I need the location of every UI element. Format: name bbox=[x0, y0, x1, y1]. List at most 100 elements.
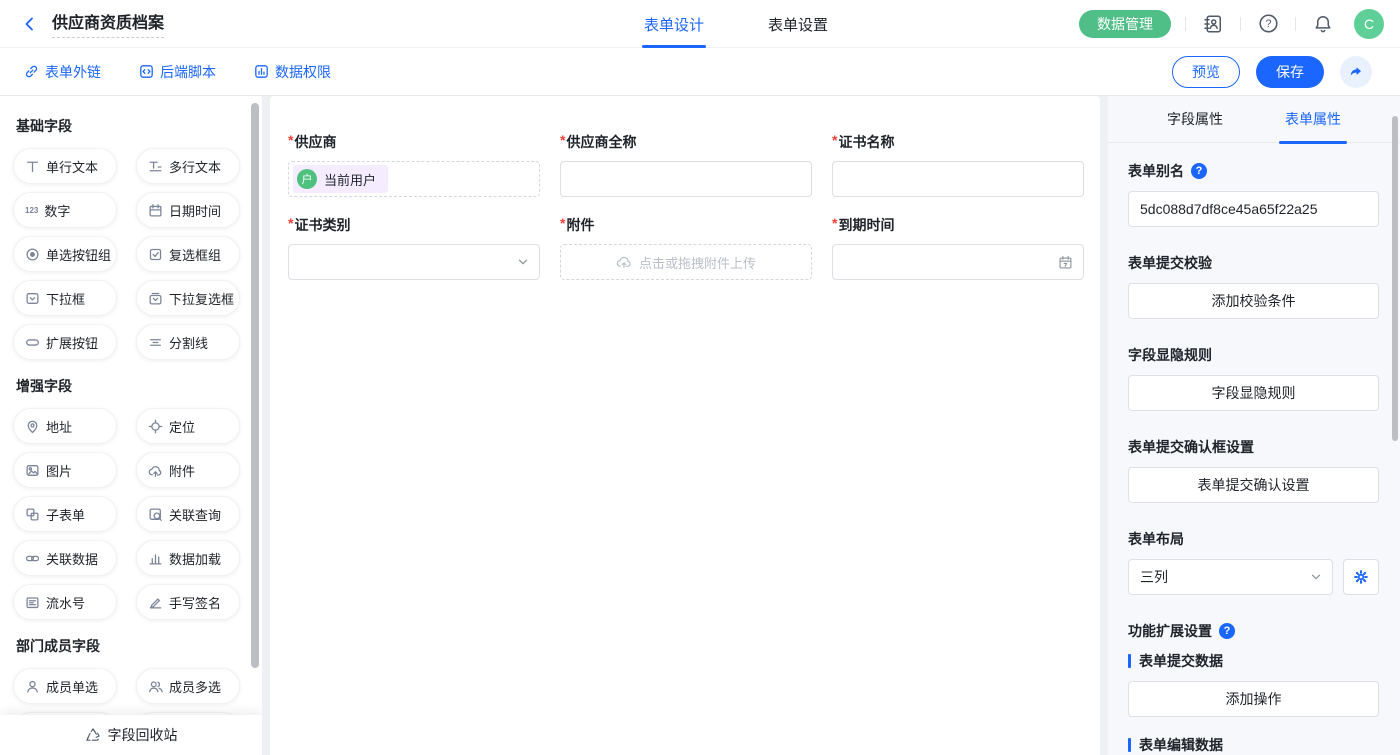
field-item-subform[interactable]: 子表单 bbox=[13, 496, 117, 532]
field-item-label: 手写签名 bbox=[169, 593, 221, 612]
tab-form-settings[interactable]: 表单设置 bbox=[768, 0, 828, 48]
field-visibility-button[interactable]: 字段显隐规则 bbox=[1128, 375, 1379, 411]
extend-button-icon bbox=[25, 335, 40, 350]
supplier-full-name-input[interactable] bbox=[560, 161, 812, 197]
sidebar-scrollbar[interactable] bbox=[251, 103, 259, 668]
field-label: * 证书类别 bbox=[288, 215, 540, 235]
form-alias-input[interactable] bbox=[1128, 191, 1379, 227]
required-asterisk: * bbox=[560, 215, 565, 235]
external-link-button[interactable]: 表单外链 bbox=[24, 62, 101, 82]
field-label: * 到期时间 bbox=[832, 215, 1084, 235]
contact-book-button[interactable] bbox=[1200, 11, 1226, 37]
form-field-supplier-full-name[interactable]: * 供应商全称 bbox=[560, 132, 812, 197]
gear-icon bbox=[1353, 569, 1369, 585]
field-item-label: 成员多选 bbox=[169, 677, 221, 696]
extension-settings-heading: 功能扩展设置 ? bbox=[1128, 621, 1379, 641]
layout-select[interactable]: 三列 bbox=[1128, 559, 1333, 595]
form-grid: * 供应商 户 当前用户 * 供应商全称 * 证书名称 bbox=[270, 96, 1100, 280]
tab-form-properties[interactable]: 表单属性 bbox=[1285, 96, 1341, 143]
data-permission-button[interactable]: 数据权限 bbox=[254, 62, 331, 82]
contact-book-icon bbox=[1203, 14, 1223, 34]
backend-script-button[interactable]: 后端脚本 bbox=[139, 62, 216, 82]
form-field-supplier[interactable]: * 供应商 户 当前用户 bbox=[288, 132, 540, 197]
field-item-radio-group[interactable]: 单选按钮组 bbox=[13, 236, 117, 272]
field-item-label: 多行文本 bbox=[169, 157, 221, 176]
submit-validation-heading: 表单提交校验 bbox=[1128, 253, 1379, 273]
datetime-icon bbox=[148, 203, 163, 218]
certificate-type-select[interactable] bbox=[288, 244, 540, 280]
multi-select-icon bbox=[148, 291, 163, 306]
form-toolbar: 表单外链 后端脚本 数据权限 预览 保存 bbox=[0, 48, 1400, 96]
form-field-attachment[interactable]: * 附件 点击或拖拽附件上传 bbox=[560, 215, 812, 280]
image-icon bbox=[25, 463, 40, 478]
help-badge-icon[interactable]: ? bbox=[1191, 163, 1207, 179]
field-item-checkbox-group[interactable]: 复选框组 bbox=[136, 236, 240, 272]
cloud-upload-icon bbox=[616, 254, 632, 270]
field-item-label: 数据加载 bbox=[169, 549, 221, 568]
field-item-data-load[interactable]: 数据加载 bbox=[136, 540, 240, 576]
field-recycle-bin-button[interactable]: 字段回收站 bbox=[0, 715, 262, 755]
tab-field-properties[interactable]: 字段属性 bbox=[1167, 96, 1223, 143]
data-load-icon bbox=[148, 551, 163, 566]
add-validation-button[interactable]: 添加校验条件 bbox=[1128, 283, 1379, 319]
page-title[interactable]: 供应商资质档案 bbox=[52, 9, 164, 38]
field-item-label: 单选按钮组 bbox=[46, 245, 111, 264]
field-item-linked-query[interactable]: 关联查询 bbox=[136, 496, 240, 532]
user-avatar[interactable]: C bbox=[1354, 9, 1384, 39]
field-item-location[interactable]: 定位 bbox=[136, 408, 240, 444]
field-item-select[interactable]: 下拉框 bbox=[13, 280, 117, 316]
back-button[interactable] bbox=[18, 12, 42, 36]
basic-fields-grid: 单行文本 多行文本 123 数字 日期时间 单选按钮组 复选框组 bbox=[13, 148, 250, 360]
field-label: * 证书名称 bbox=[832, 132, 1084, 152]
submit-data-subheading: 表单提交数据 bbox=[1128, 651, 1379, 671]
form-design-canvas[interactable]: * 供应商 户 当前用户 * 供应商全称 * 证书名称 bbox=[270, 96, 1100, 755]
submit-data-add-button[interactable]: 添加操作 bbox=[1128, 681, 1379, 717]
field-item-multi-line-text[interactable]: 多行文本 bbox=[136, 148, 240, 184]
field-item-extend-button[interactable]: 扩展按钮 bbox=[13, 324, 117, 360]
current-user-tag[interactable]: 户 当前用户 bbox=[293, 165, 388, 193]
field-item-number[interactable]: 123 数字 bbox=[13, 192, 117, 228]
attachment-upload-area[interactable]: 点击或拖拽附件上传 bbox=[560, 244, 812, 280]
field-item-member-single[interactable]: 成员单选 bbox=[13, 668, 117, 704]
field-item-single-line-text[interactable]: 单行文本 bbox=[13, 148, 117, 184]
external-link-label: 表单外链 bbox=[45, 62, 101, 82]
data-manage-button[interactable]: 数据管理 bbox=[1079, 10, 1171, 38]
field-item-signature[interactable]: 手写签名 bbox=[136, 584, 240, 620]
panel-scrollbar[interactable] bbox=[1392, 116, 1398, 441]
notification-button[interactable] bbox=[1310, 11, 1336, 37]
form-field-certificate-type[interactable]: * 证书类别 bbox=[288, 215, 540, 280]
certificate-name-input[interactable] bbox=[832, 161, 1084, 197]
supplier-user-field[interactable]: 户 当前用户 bbox=[288, 161, 540, 197]
field-item-multi-select[interactable]: 下拉复选框 bbox=[136, 280, 240, 316]
tab-form-design[interactable]: 表单设计 bbox=[644, 0, 704, 48]
field-item-image[interactable]: 图片 bbox=[13, 452, 117, 488]
preview-button[interactable]: 预览 bbox=[1172, 56, 1240, 88]
top-bar: 供应商资质档案 表单设计 表单设置 数据管理 ? bbox=[0, 0, 1400, 48]
layout-select-value: 三列 bbox=[1140, 567, 1168, 587]
section-title-member-fields: 部门成员字段 bbox=[16, 636, 250, 656]
expire-time-date-input[interactable] bbox=[832, 244, 1084, 280]
field-item-address[interactable]: 地址 bbox=[13, 408, 117, 444]
help-badge-icon[interactable]: ? bbox=[1219, 623, 1235, 639]
save-button[interactable]: 保存 bbox=[1256, 56, 1324, 88]
member-single-icon bbox=[25, 679, 40, 694]
field-item-member-multi[interactable]: 成员多选 bbox=[136, 668, 240, 704]
field-item-linked-data[interactable]: 关联数据 bbox=[13, 540, 117, 576]
submit-confirm-button[interactable]: 表单提交确认设置 bbox=[1128, 467, 1379, 503]
help-button[interactable]: ? bbox=[1255, 11, 1281, 37]
divider bbox=[1240, 17, 1241, 31]
required-asterisk: * bbox=[288, 132, 293, 152]
share-button[interactable] bbox=[1340, 56, 1372, 88]
field-item-label: 子表单 bbox=[46, 505, 85, 524]
field-item-divider-line[interactable]: 分割线 bbox=[136, 324, 240, 360]
data-permission-icon bbox=[254, 64, 269, 79]
field-palette: 基础字段 单行文本 多行文本 123 数字 日期时间 单选按钮组 bbox=[0, 96, 262, 748]
field-item-label: 关联查询 bbox=[169, 505, 221, 524]
field-item-attachment[interactable]: 附件 bbox=[136, 452, 240, 488]
submit-confirm-heading: 表单提交确认框设置 bbox=[1128, 437, 1379, 457]
field-item-serial-number[interactable]: 流水号 bbox=[13, 584, 117, 620]
form-field-expire-time[interactable]: * 到期时间 bbox=[832, 215, 1084, 280]
layout-settings-button[interactable] bbox=[1343, 559, 1379, 595]
field-item-datetime[interactable]: 日期时间 bbox=[136, 192, 240, 228]
form-field-certificate-name[interactable]: * 证书名称 bbox=[832, 132, 1084, 197]
